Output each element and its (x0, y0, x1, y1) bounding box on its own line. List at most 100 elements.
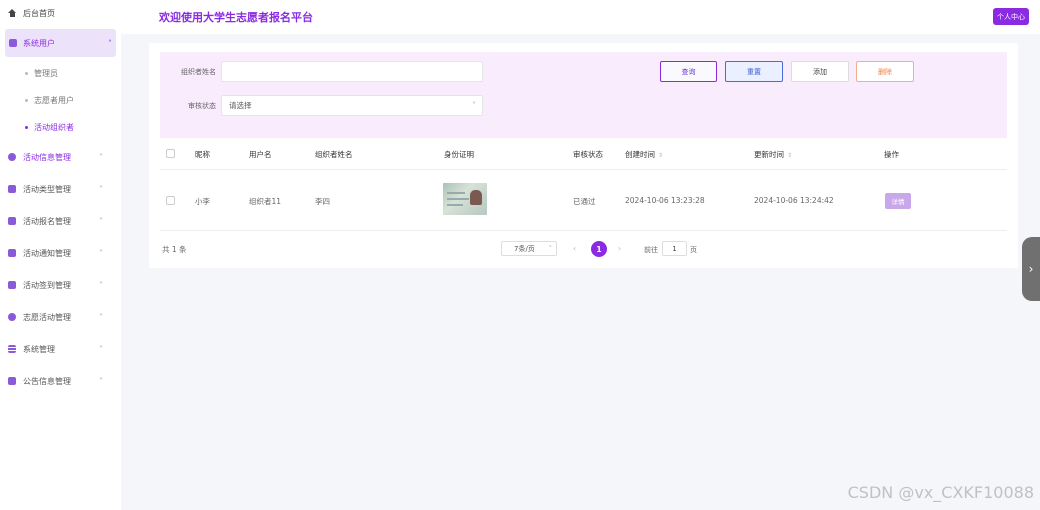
sidebar-item-activity-notice[interactable]: 活动通知管理 ˅ (0, 237, 121, 269)
column-header-updated-label: 更新时间 (754, 150, 784, 159)
table-divider (160, 169, 1007, 170)
cell-review-status: 已通过 (573, 197, 596, 206)
cell-nickname: 小李 (195, 197, 210, 206)
sidebar-item-label: 活动信息管理 (23, 152, 71, 162)
total-count: 共 1 条 (162, 245, 187, 254)
list-icon (8, 345, 16, 353)
review-status-select[interactable]: 请选择 ˅ (221, 95, 483, 116)
cell-created-time: 2024-10-06 13:23:28 (625, 196, 705, 205)
delete-button[interactable]: 删除 (856, 61, 914, 82)
sidebar-subitem-label: 管理员 (34, 69, 58, 78)
sidebar-subitem-admin[interactable]: 管理员 (0, 60, 121, 87)
dot-icon (25, 72, 28, 75)
chevron-down-icon: ˅ (99, 376, 103, 386)
sidebar-subitem-label: 志愿者用户 (34, 96, 74, 105)
chevron-down-icon: ˅ (99, 344, 103, 354)
column-header-username: 用户名 (249, 150, 272, 159)
page-size-select[interactable]: 7条/页 ˅ (501, 241, 557, 256)
search-button[interactable]: 查询 (660, 61, 717, 82)
main-panel: 组织者姓名 审核状态 请选择 ˅ 查询 重置 添加 删除 昵称 用户名 组织者姓… (149, 43, 1018, 268)
sidebar-subitem-organizer[interactable]: 活动组织者 (0, 114, 121, 141)
sidebar-item-label: 志愿活动管理 (23, 312, 71, 322)
chevron-down-icon: ˅ (99, 184, 103, 194)
chevron-down-icon: ˅ (99, 312, 103, 322)
column-header-id-proof: 身份证明 (444, 150, 474, 159)
cell-organizer-name: 李四 (315, 197, 330, 206)
chevron-down-icon: ˅ (472, 101, 476, 110)
sidebar-home-label: 后台首页 (23, 8, 55, 18)
profile-button[interactable]: 个人中心 (993, 8, 1029, 25)
sidebar-item-system[interactable]: 系统管理 ˅ (0, 333, 121, 365)
chevron-down-icon: ˅ (99, 216, 103, 226)
checkin-icon (8, 281, 16, 289)
chevron-down-icon: ˅ (99, 248, 103, 258)
sidebar-item-activity-signup[interactable]: 活动报名管理 ˅ (0, 205, 121, 237)
sidebar-item-activity-checkin[interactable]: 活动签到管理 ˅ (0, 269, 121, 301)
activity-icon (8, 153, 16, 161)
chevron-right-icon[interactable]: › (1022, 237, 1040, 301)
page-title: 欢迎使用大学生志愿者报名平台 (159, 11, 313, 24)
column-header-review-status: 审核状态 (573, 150, 603, 159)
chevron-down-icon: ˅ (99, 152, 103, 162)
dot-icon (25, 99, 28, 102)
column-header-organizer-name: 组织者姓名 (315, 150, 353, 159)
goto-page-input[interactable]: 1 (662, 241, 687, 256)
volunteer-icon (8, 313, 16, 321)
goto-label: 前往 (644, 246, 658, 254)
page-suffix: 页 (690, 246, 697, 254)
sidebar-home[interactable]: 后台首页 (0, 0, 121, 26)
detail-button[interactable]: 详情 (885, 193, 911, 209)
reset-button[interactable]: 重置 (725, 61, 783, 82)
sidebar: 后台首页 系统用户 ˄ 管理员 志愿者用户 活动组织者 活动信息管理 ˅ 活动类… (0, 0, 121, 510)
select-all-checkbox[interactable] (166, 149, 175, 158)
organizer-name-label: 组织者姓名 (181, 68, 216, 76)
header: 欢迎使用大学生志愿者报名平台 个人中心 (121, 0, 1040, 34)
cell-username: 组织者11 (249, 197, 282, 206)
organizer-name-input[interactable] (221, 61, 483, 82)
id-proof-image[interactable] (443, 183, 487, 215)
column-header-actions: 操作 (884, 150, 899, 159)
dot-icon (25, 126, 28, 129)
review-status-label: 审核状态 (188, 102, 216, 110)
sidebar-item-label: 活动通知管理 (23, 248, 71, 258)
column-header-updated[interactable]: 更新时间 ⇕ (754, 149, 792, 160)
sidebar-item-label: 活动签到管理 (23, 280, 71, 290)
sort-icon[interactable]: ⇕ (787, 152, 792, 159)
sidebar-item-activity-info[interactable]: 活动信息管理 ˅ (0, 141, 121, 173)
page-number-current[interactable]: 1 (591, 241, 607, 257)
next-page-icon[interactable]: › (618, 244, 621, 253)
sidebar-item-label: 活动报名管理 (23, 216, 71, 226)
sidebar-group-label: 系统用户 (23, 38, 55, 48)
column-header-nickname: 昵称 (195, 150, 210, 159)
sidebar-subitem-label: 活动组织者 (34, 123, 74, 132)
user-group-icon (9, 39, 17, 47)
row-checkbox[interactable] (166, 196, 175, 205)
chevron-up-icon: ˄ (108, 38, 112, 48)
sidebar-group-system-users[interactable]: 系统用户 ˄ (5, 29, 116, 57)
sidebar-subitem-volunteer[interactable]: 志愿者用户 (0, 87, 121, 114)
chevron-down-icon: ˅ (99, 280, 103, 290)
column-header-created[interactable]: 创建时间 ⇕ (625, 149, 663, 160)
add-button[interactable]: 添加 (791, 61, 849, 82)
notice-icon (8, 249, 16, 257)
sidebar-item-label: 系统管理 (23, 344, 55, 354)
sidebar-item-label: 公告信息管理 (23, 376, 71, 386)
announcement-icon (8, 377, 16, 385)
sidebar-item-label: 活动类型管理 (23, 184, 71, 194)
prev-page-icon[interactable]: ‹ (573, 244, 576, 253)
sidebar-item-volunteer-activity[interactable]: 志愿活动管理 ˅ (0, 301, 121, 333)
home-icon (8, 8, 17, 18)
sort-icon[interactable]: ⇕ (658, 152, 663, 159)
chevron-down-icon: ˅ (548, 244, 553, 253)
watermark: CSDN @vx_CXKF10088 (847, 483, 1034, 502)
table-divider (160, 230, 1007, 231)
review-status-placeholder: 请选择 (229, 101, 252, 110)
filter-bar: 组织者姓名 审核状态 请选择 ˅ 查询 重置 添加 删除 (160, 52, 1007, 138)
sidebar-item-announcement[interactable]: 公告信息管理 ˅ (0, 365, 121, 397)
category-icon (8, 185, 16, 193)
signup-icon (8, 217, 16, 225)
cell-updated-time: 2024-10-06 13:24:42 (754, 196, 834, 205)
page-size-value: 7条/页 (514, 244, 535, 253)
sidebar-item-activity-type[interactable]: 活动类型管理 ˅ (0, 173, 121, 205)
column-header-created-label: 创建时间 (625, 150, 655, 159)
